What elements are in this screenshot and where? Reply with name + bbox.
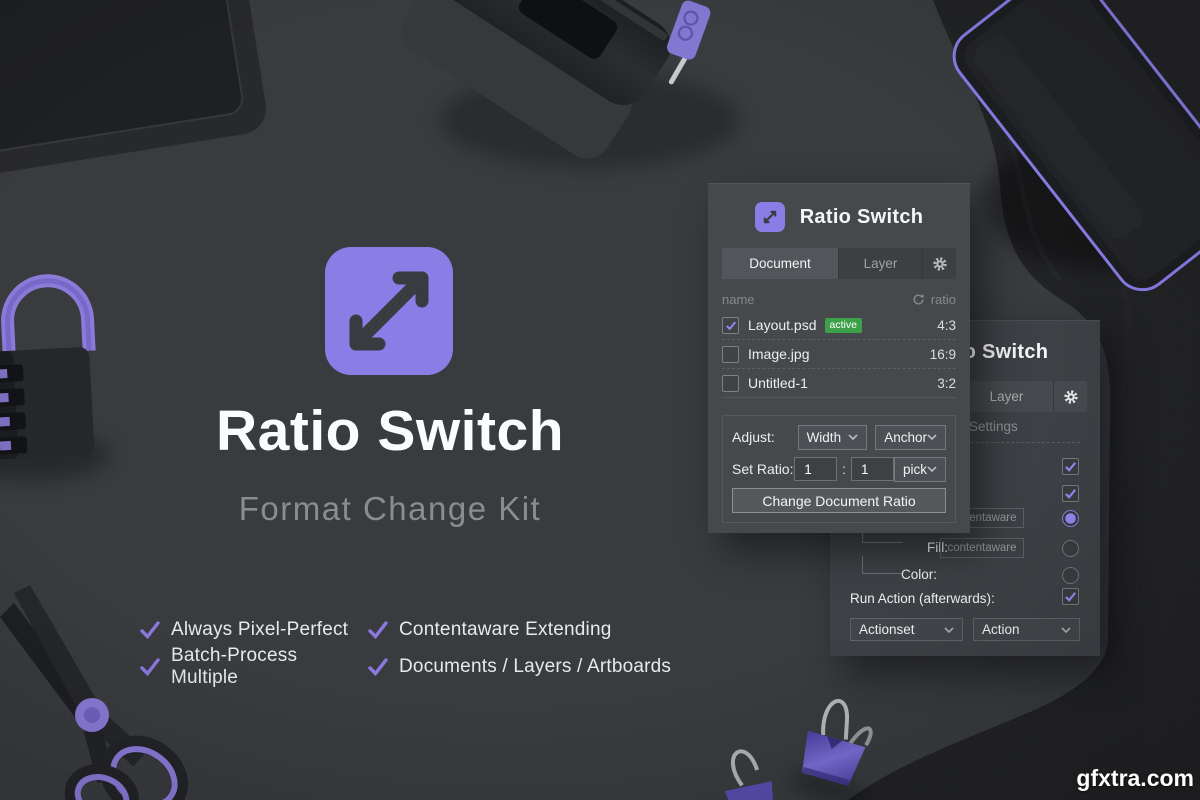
feature-label: Documents / Layers / Artboards <box>399 656 671 678</box>
adjust-dimension-value: Width <box>807 430 842 445</box>
feature-item: Documents / Layers / Artboards <box>368 648 671 685</box>
ratio-switch-logo <box>325 247 453 375</box>
fill-radio[interactable] <box>1062 540 1079 557</box>
set-ratio-row: Set Ratio: : pick <box>732 456 946 482</box>
actionset-value: Actionset <box>859 622 915 637</box>
row-checkbox[interactable] <box>722 375 739 392</box>
settings-gear-button[interactable] <box>922 248 956 279</box>
extend-radio[interactable] <box>1062 510 1079 527</box>
document-ratio: 4:3 <box>937 318 956 333</box>
check-icon <box>1064 487 1077 500</box>
check-icon <box>368 657 388 677</box>
document-row: Untitled-1 3:2 <box>722 368 956 397</box>
tab-layer[interactable]: Layer <box>959 381 1053 412</box>
fill-contentaware-chip[interactable]: contentaware <box>940 538 1024 558</box>
column-name: name <box>722 292 755 307</box>
action-dropdown[interactable]: Action <box>973 618 1080 641</box>
layer-option-checkbox[interactable] <box>1062 485 1079 502</box>
feature-item: Batch-Process Multiple <box>140 648 368 685</box>
column-ratio: ratio <box>931 292 956 307</box>
document-ratio: 3:2 <box>937 376 956 391</box>
gear-icon <box>1063 389 1079 405</box>
chevron-down-icon <box>1061 627 1071 633</box>
settings-section-label: Settings <box>969 419 1018 434</box>
feature-item: Always Pixel-Perfect <box>140 611 368 648</box>
stage: Ratio Switch Format Change Kit Always Pi… <box>0 0 1200 800</box>
anchor-dropdown[interactable]: Anchor <box>875 425 946 450</box>
run-action-checkbox[interactable] <box>1062 588 1079 605</box>
document-list: name ratio Layout.psd active 4:3 <box>722 287 956 398</box>
feature-label: Contentaware Extending <box>399 619 611 641</box>
tab-layer[interactable]: Layer <box>838 248 922 279</box>
expand-icon <box>325 247 453 375</box>
check-icon <box>1064 590 1077 603</box>
adjust-dimension-dropdown[interactable]: Width <box>798 425 868 450</box>
document-name: Layout.psd <box>748 317 817 333</box>
check-icon <box>725 320 737 331</box>
document-name: Image.jpg <box>748 346 809 362</box>
adjust-row: Adjust: Width Anchor <box>732 424 946 450</box>
color-radio[interactable] <box>1062 567 1079 584</box>
panel-title: Ratio Switch <box>800 206 924 229</box>
feature-item: Contentaware Extending <box>368 611 671 648</box>
check-icon <box>1064 460 1077 473</box>
pick-ratio-dropdown[interactable]: pick <box>894 457 946 482</box>
settings-gear-button[interactable] <box>1053 381 1087 412</box>
ratio-switch-logo-icon <box>755 202 785 232</box>
expand-icon <box>760 207 780 227</box>
watermark: gfxtra.com <box>1076 765 1194 792</box>
adjust-label: Adjust: <box>732 429 798 445</box>
pick-value: pick <box>903 462 927 477</box>
panel-header: Ratio Switch <box>708 183 970 236</box>
ratio-height-input[interactable] <box>851 457 894 481</box>
check-icon <box>140 620 160 640</box>
feature-label: Always Pixel-Perfect <box>171 619 348 641</box>
chevron-down-icon <box>927 466 937 472</box>
binder-clip-photo-2 <box>717 746 778 800</box>
document-name: Untitled-1 <box>748 375 808 391</box>
fill-label: Fill: <box>870 540 948 555</box>
ratio-separator: : <box>842 462 846 477</box>
anchor-value: Anchor <box>884 430 927 445</box>
actionset-dropdown[interactable]: Actionset <box>850 618 963 641</box>
run-action-label: Run Action (afterwards): <box>850 591 995 606</box>
list-header: name ratio <box>722 287 956 311</box>
check-icon <box>368 620 388 640</box>
controls-group: Adjust: Width Anchor Set Ratio: : pick <box>722 415 956 523</box>
active-badge: active <box>825 318 862 333</box>
chevron-down-icon <box>944 627 954 633</box>
check-icon <box>140 657 160 677</box>
document-row: Image.jpg 16:9 <box>722 339 956 368</box>
row-checkbox[interactable] <box>722 346 739 363</box>
tab-bar: Document Layer <box>722 248 956 279</box>
hero-title: Ratio Switch <box>90 398 690 464</box>
feature-label: Batch-Process Multiple <box>171 645 368 689</box>
tab-document[interactable]: Document <box>722 248 838 279</box>
color-label: Color: <box>870 567 937 582</box>
chevron-down-icon <box>848 434 858 440</box>
layer-option-checkbox[interactable] <box>1062 458 1079 475</box>
refresh-icon[interactable] <box>912 293 925 306</box>
hero-subtitle: Format Change Kit <box>90 490 690 528</box>
set-ratio-label: Set Ratio: <box>732 461 794 477</box>
ratio-switch-panel-front: Ratio Switch Document Layer name <box>708 183 970 533</box>
gear-icon <box>932 256 948 272</box>
chevron-down-icon <box>927 434 937 440</box>
document-ratio: 16:9 <box>930 347 956 362</box>
ratio-width-input[interactable] <box>794 457 837 481</box>
action-value: Action <box>982 622 1020 637</box>
document-row: Layout.psd active 4:3 <box>722 311 956 339</box>
feature-list: Always Pixel-Perfect Contentaware Extend… <box>140 611 671 685</box>
tray-photo <box>0 0 270 186</box>
row-checkbox-checked[interactable] <box>722 317 739 334</box>
change-document-ratio-button[interactable]: Change Document Ratio <box>732 488 946 513</box>
